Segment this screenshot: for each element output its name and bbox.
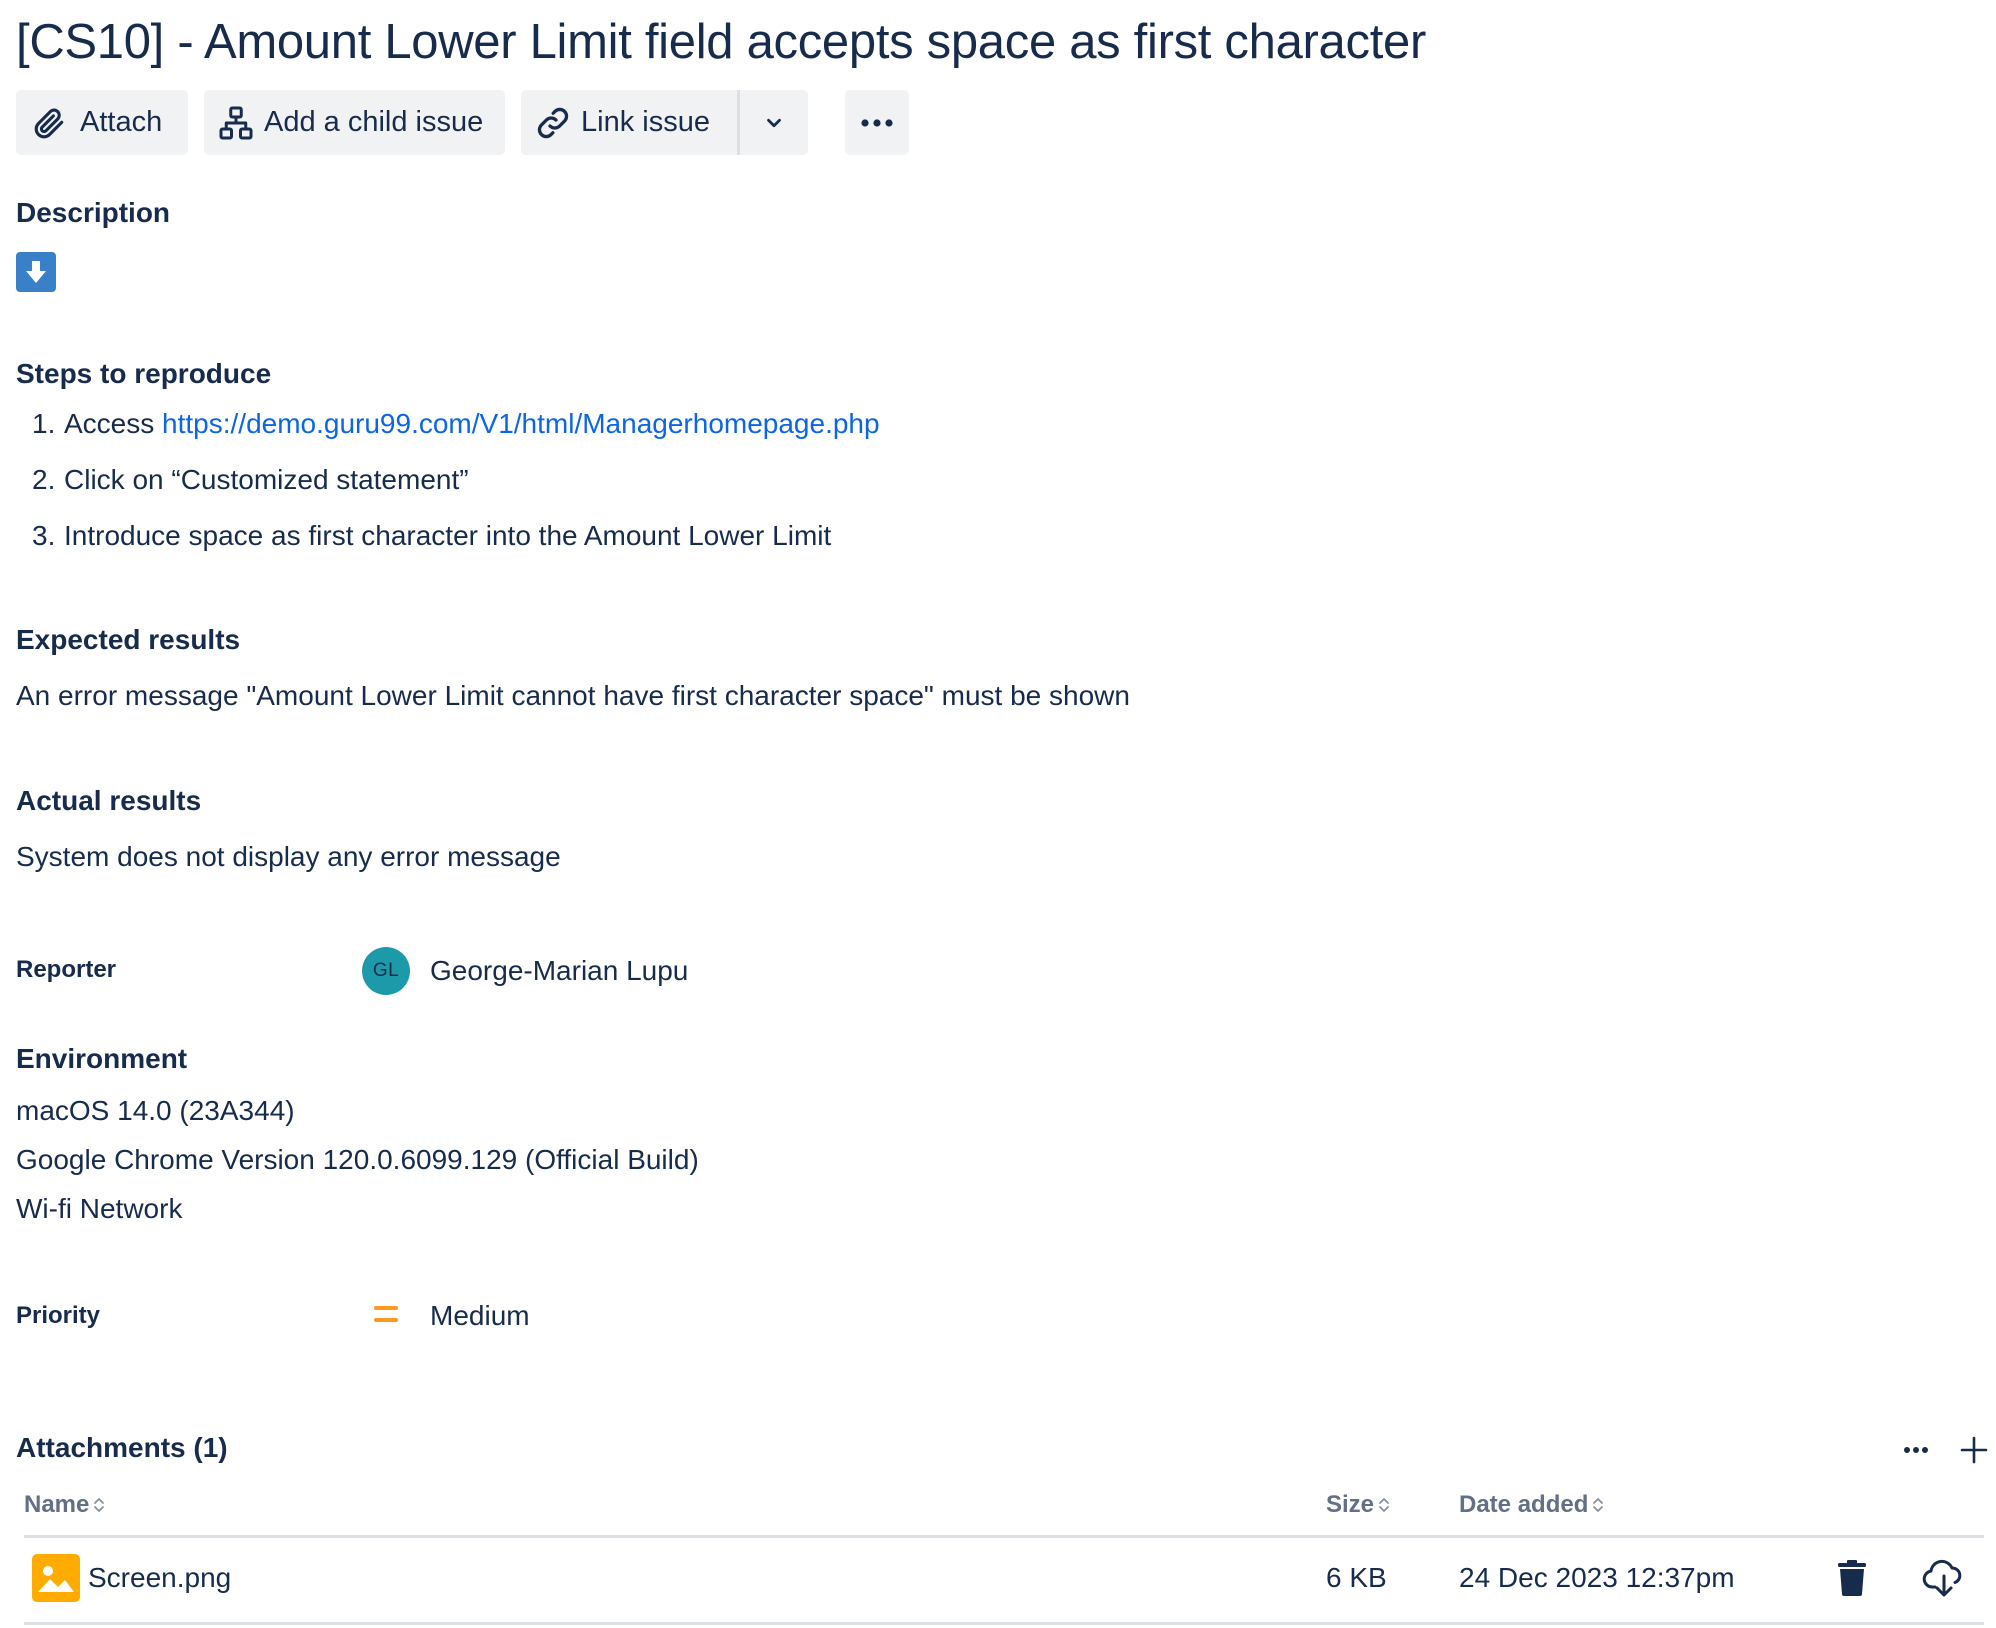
issue-view: [CS10] - Amount Lower Limit field accept… bbox=[0, 0, 1996, 1628]
priority-medium-icon bbox=[374, 1306, 398, 1322]
expand-icon[interactable] bbox=[16, 252, 56, 292]
steps-heading: Steps to reproduce bbox=[16, 358, 272, 389]
sort-icon bbox=[1593, 1498, 1604, 1512]
sort-icon bbox=[94, 1498, 105, 1512]
column-header-date[interactable]: Date added bbox=[1459, 1491, 1604, 1519]
attach-button[interactable]: Attach bbox=[16, 90, 188, 155]
list-item: 3. Introduce space as first character int… bbox=[32, 520, 832, 551]
priority-label: Priority bbox=[16, 1302, 101, 1329]
cloud-download-icon bbox=[1922, 1559, 1962, 1597]
environment-line: Google Chrome Version 120.0.6099.129 (Of… bbox=[16, 1144, 699, 1175]
delete-attachment-button[interactable] bbox=[1832, 1558, 1872, 1598]
actual-text: System does not display any error messag… bbox=[16, 841, 561, 872]
add-attachment-button[interactable] bbox=[1954, 1430, 1994, 1470]
link-issue-label: Link issue bbox=[581, 106, 710, 138]
link-issue-button[interactable]: Link issue bbox=[521, 90, 737, 155]
expected-text: An error message "Amount Lower Limit can… bbox=[16, 680, 1130, 711]
issue-title[interactable]: [CS10] - Amount Lower Limit field accept… bbox=[16, 6, 1426, 78]
image-file-icon bbox=[32, 1554, 80, 1602]
add-child-issue-button[interactable]: Add a child issue bbox=[204, 90, 505, 155]
column-header-name[interactable]: Name bbox=[24, 1491, 105, 1519]
paperclip-icon bbox=[32, 106, 66, 140]
trash-icon bbox=[1838, 1560, 1866, 1596]
list-item: 1. Access https://demo.guru99.com/V1/html… bbox=[32, 408, 880, 439]
environment-line: macOS 14.0 (23A344) bbox=[16, 1095, 295, 1126]
more-icon bbox=[1904, 1447, 1928, 1453]
description-heading: Description bbox=[16, 197, 171, 228]
plus-icon bbox=[1960, 1436, 1988, 1464]
chevron-down-icon bbox=[763, 112, 785, 134]
attachments-more-button[interactable] bbox=[1896, 1430, 1936, 1470]
avatar[interactable]: GL bbox=[362, 947, 410, 995]
attachments-heading: Attachments (1) bbox=[16, 1432, 228, 1463]
reporter-label: Reporter bbox=[16, 956, 117, 983]
arrow-down-icon bbox=[26, 261, 46, 283]
expected-heading: Expected results bbox=[16, 624, 241, 655]
actual-heading: Actual results bbox=[16, 785, 202, 816]
guru99-link[interactable]: https://demo.guru99.com/V1/html/Managerh… bbox=[162, 408, 880, 439]
attachment-name-link[interactable]: Screen.png bbox=[88, 1560, 231, 1596]
column-header-size[interactable]: Size bbox=[1326, 1491, 1390, 1519]
list-item: 2. Click on “Customized statement” bbox=[32, 464, 469, 495]
child-issue-icon bbox=[218, 105, 254, 141]
environment-heading: Environment bbox=[16, 1043, 188, 1074]
link-issue-dropdown-button[interactable] bbox=[740, 90, 808, 155]
attach-button-label: Attach bbox=[80, 106, 163, 138]
more-actions-button[interactable] bbox=[845, 90, 909, 155]
sort-icon bbox=[1379, 1498, 1389, 1512]
environment-line: Wi-fi Network bbox=[16, 1193, 183, 1224]
priority-value[interactable]: Medium bbox=[430, 1298, 530, 1334]
attachment-size: 6 KB bbox=[1326, 1562, 1387, 1593]
link-icon bbox=[535, 105, 571, 141]
reporter-name[interactable]: George-Marian Lupu bbox=[430, 953, 688, 989]
download-attachment-button[interactable] bbox=[1920, 1556, 1968, 1600]
table-row[interactable]: Screen.png 6 KB 24 Dec 2023 12:37pm bbox=[24, 1538, 1984, 1622]
table-row-divider bbox=[24, 1622, 1984, 1625]
attachment-date: 24 Dec 2023 12:37pm bbox=[1459, 1562, 1735, 1593]
add-child-issue-label: Add a child issue bbox=[264, 106, 484, 138]
more-icon bbox=[857, 117, 897, 129]
avatar-initials: GL bbox=[372, 960, 400, 981]
